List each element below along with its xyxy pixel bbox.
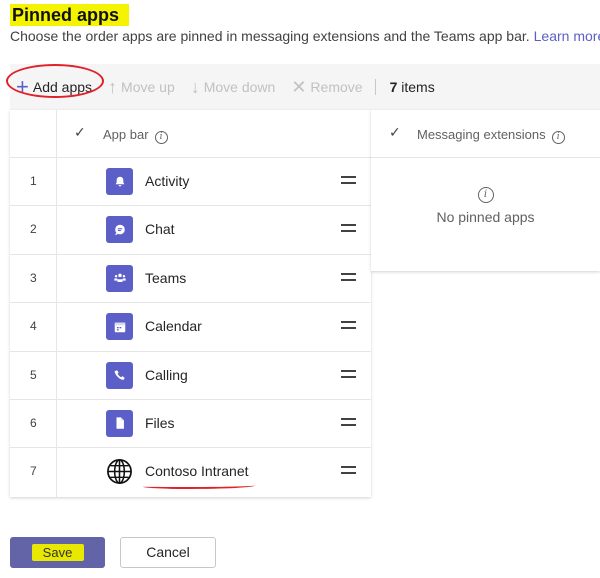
app-bar-header-text: App bar — [103, 127, 149, 142]
messaging-extensions-table: ✓ Messaging extensions i i No pinned apps — [371, 110, 600, 271]
bell-icon — [106, 168, 133, 195]
learn-more-link[interactable]: Learn more — [534, 28, 600, 44]
app-bar-header: ✓ App bar i — [10, 110, 371, 158]
item-count-label: items — [401, 79, 435, 95]
annotation-underline — [143, 483, 255, 490]
info-icon: i — [477, 187, 494, 203]
row-number: 1 — [30, 174, 37, 188]
drag-handle-icon[interactable] — [341, 272, 356, 281]
info-icon[interactable]: i — [154, 131, 168, 144]
item-count: 7 items — [390, 79, 435, 95]
teams-icon — [106, 264, 133, 292]
cancel-button[interactable]: Cancel — [120, 537, 216, 568]
plus-icon: + — [16, 74, 29, 99]
check-icon[interactable]: ✓ — [74, 124, 86, 141]
app-name: Teams — [145, 269, 187, 286]
app-name: Calling — [145, 366, 188, 383]
drag-handle-icon[interactable] — [341, 369, 356, 378]
calendar-icon — [106, 313, 133, 341]
table-row[interactable]: 2 Chat — [10, 206, 371, 255]
app-name: Chat — [145, 221, 175, 238]
app-bar-table: ✓ App bar i 1 Activity 2 Chat 3 Teams 4 C… — [10, 110, 371, 497]
page-title: Pinned apps — [10, 4, 130, 26]
app-bar-header-label: App bar i — [103, 127, 168, 144]
info-icon[interactable]: i — [551, 131, 565, 144]
row-number: 7 — [30, 464, 37, 479]
move-down-button[interactable]: ↓ Move down — [191, 78, 276, 96]
table-row[interactable]: 4 Calendar — [10, 303, 371, 352]
table-row[interactable]: 3 Teams — [10, 255, 371, 304]
save-button[interactable]: Save — [10, 537, 105, 568]
table-row[interactable]: 1 Activity — [10, 158, 371, 207]
drag-handle-icon[interactable] — [341, 224, 356, 233]
page-subtitle: Choose the order apps are pinned in mess… — [10, 28, 600, 44]
toolbar-divider — [374, 79, 376, 95]
add-apps-button[interactable]: + Add apps — [6, 64, 104, 99]
app-name: Calendar — [145, 318, 202, 335]
chat-icon — [106, 216, 133, 244]
save-label: Save — [42, 545, 73, 560]
row-number: 3 — [30, 270, 37, 285]
arrow-up-icon: ↑ — [108, 77, 118, 97]
app-name: Contoso Intranet — [145, 463, 249, 480]
check-icon[interactable]: ✓ — [389, 124, 401, 141]
row-number: 5 — [30, 367, 37, 382]
remove-label: Remove — [310, 79, 363, 95]
add-apps-label: Add apps — [32, 79, 93, 95]
page-title-wrap: Pinned apps — [10, 4, 130, 26]
table-row[interactable]: 7 Contoso Intranet — [10, 448, 371, 496]
table-row[interactable]: 6 Files — [10, 400, 371, 449]
app-name: Files — [145, 414, 175, 431]
arrow-down-icon: ↓ — [190, 77, 200, 97]
move-up-button[interactable]: ↑ Move up — [108, 78, 175, 96]
phone-icon — [106, 361, 133, 389]
table-row[interactable]: 5 Calling — [10, 352, 371, 400]
empty-state: i No pinned apps — [371, 158, 600, 225]
drag-handle-icon[interactable] — [341, 321, 356, 330]
messaging-header-label: Messaging extensions i — [417, 127, 565, 144]
drag-handle-icon[interactable] — [341, 176, 356, 184]
drag-handle-icon[interactable] — [341, 466, 356, 475]
row-number: 6 — [30, 415, 37, 430]
move-down-label: Move down — [203, 79, 276, 95]
move-up-label: Move up — [121, 79, 175, 95]
row-number: 2 — [30, 222, 37, 237]
drag-handle-icon[interactable] — [341, 417, 356, 426]
messaging-header-text: Messaging extensions — [417, 127, 546, 142]
subtitle-text: Choose the order apps are pinned in mess… — [10, 28, 530, 44]
messaging-header: ✓ Messaging extensions i — [371, 110, 600, 158]
close-icon: ✕ — [291, 77, 307, 97]
item-count-number: 7 — [389, 79, 398, 95]
toolbar: + Add apps ↑ Move up ↓ Move down ✕ Remov… — [6, 64, 600, 110]
remove-button[interactable]: ✕ Remove — [291, 78, 362, 96]
file-icon — [106, 409, 133, 437]
app-name: Activity — [145, 173, 190, 189]
row-number: 4 — [30, 319, 37, 334]
globe-icon — [106, 458, 133, 485]
empty-message: No pinned apps — [436, 209, 535, 225]
